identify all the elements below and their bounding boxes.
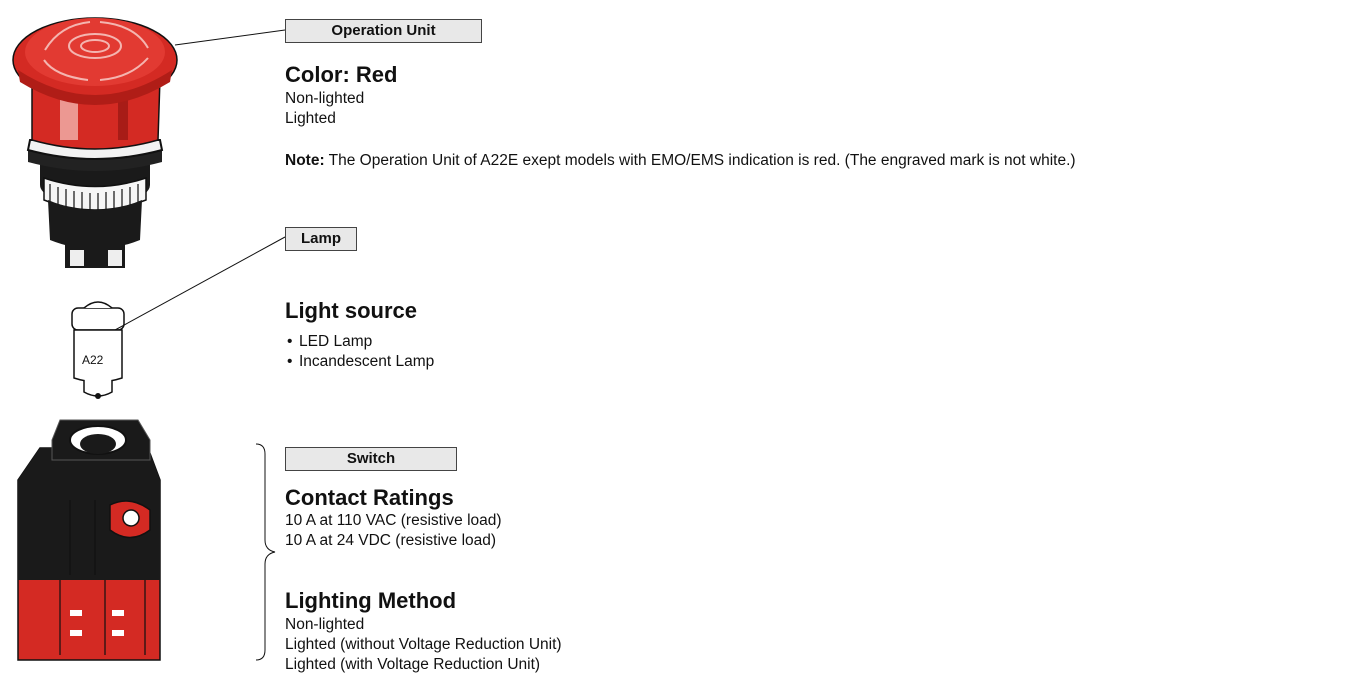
switch-bracket	[255, 443, 276, 661]
note-text: The Operation Unit of A22E exept models …	[324, 152, 1076, 169]
lamp-label: Lamp	[285, 227, 357, 251]
color-line: Non-lighted	[285, 90, 365, 107]
contact-line: 10 A at 110 VAC (resistive load)	[285, 512, 502, 529]
color-line: Lighted	[285, 110, 336, 127]
note-prefix: Note:	[285, 152, 325, 169]
lighting-line: Non-lighted	[285, 616, 365, 633]
operation-unit-label: Operation Unit	[285, 19, 482, 43]
lamp-leader	[114, 236, 286, 331]
light-source-heading: Light source	[285, 298, 418, 323]
operation-unit-note: Note: The Operation Unit of A22E exept m…	[285, 151, 1076, 171]
contact-line: 10 A at 24 VDC (resistive load)	[285, 532, 497, 549]
light-source-list: LED Lamp Incandescent Lamp	[285, 332, 434, 372]
switch-label: Switch	[285, 447, 457, 471]
lamp-engraving: A22	[82, 353, 104, 367]
lighting-line: Lighted (with Voltage Reduction Unit)	[285, 656, 541, 673]
switch-image	[17, 419, 161, 661]
color-heading: Color: Red	[285, 62, 398, 87]
lighting-method-heading: Lighting Method	[285, 588, 457, 613]
lighting-line: Lighted (without Voltage Reduction Unit)	[285, 636, 562, 653]
lighting-method-lines: Non-lighted Lighted (without Voltage Red…	[285, 615, 562, 675]
list-item: Incandescent Lamp	[285, 352, 434, 372]
lamp-image: A22	[71, 301, 125, 399]
operation-unit-leader	[174, 29, 286, 46]
contact-ratings-lines: 10 A at 110 VAC (resistive load) 10 A at…	[285, 511, 502, 551]
product-illustrations: A22	[12, 17, 286, 661]
list-item: LED Lamp	[285, 332, 434, 352]
contact-ratings-heading: Contact Ratings	[285, 485, 454, 510]
color-lines: Non-lighted Lighted	[285, 89, 364, 129]
emergency-stop-button-image	[12, 17, 178, 268]
